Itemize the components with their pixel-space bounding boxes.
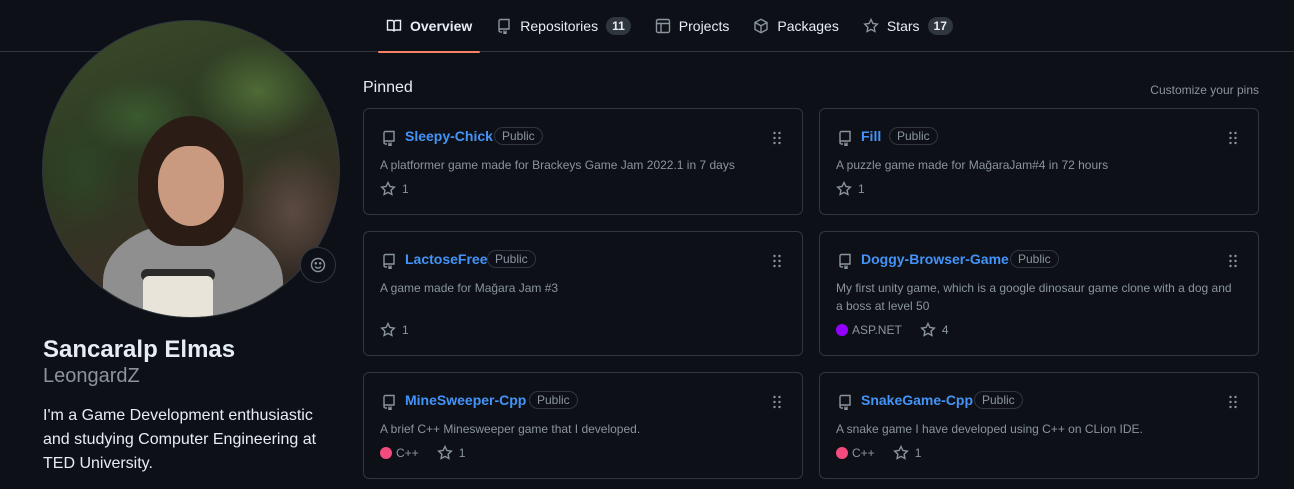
language-color-dot bbox=[836, 447, 848, 459]
repo-name-link[interactable]: Doggy-Browser-Game bbox=[861, 251, 1009, 267]
star-count: 1 bbox=[402, 182, 409, 196]
repo-meta: C++ 1 bbox=[836, 445, 921, 461]
tab-stars-label: Stars bbox=[886, 18, 920, 34]
drag-handle-icon[interactable] bbox=[1228, 253, 1238, 269]
drag-handle-icon[interactable] bbox=[772, 394, 782, 410]
profile-name: Sancaralp Elmas bbox=[43, 336, 236, 363]
profile-tabs: Overview Repositories 11 Projects Packag… bbox=[378, 0, 969, 53]
repo-name-link[interactable]: Fill bbox=[861, 128, 881, 144]
visibility-badge: Public bbox=[494, 127, 543, 145]
profile-login: LeongardZ bbox=[43, 365, 140, 387]
pinned-repo-card: MineSweeper-Cpp Public A brief C++ Mines… bbox=[363, 372, 803, 479]
tab-overview[interactable]: Overview bbox=[378, 0, 481, 53]
repo-meta: C++ 1 bbox=[380, 445, 465, 461]
repo-icon bbox=[839, 130, 851, 146]
drag-handle-icon[interactable] bbox=[772, 253, 782, 269]
tab-stars[interactable]: Stars 17 bbox=[855, 0, 961, 52]
repo-description: A game made for Mağara Jam #3 bbox=[380, 281, 559, 295]
pinned-repo-card: Fill Public A puzzle game made for Mağar… bbox=[819, 108, 1259, 215]
tab-projects-label: Projects bbox=[678, 18, 730, 34]
profile-bio: I'm a Game Development enthusiastic and … bbox=[43, 407, 317, 472]
package-icon bbox=[754, 18, 769, 34]
smiley-icon bbox=[310, 257, 326, 273]
star-count: 1 bbox=[858, 182, 865, 196]
star-count: 1 bbox=[914, 446, 922, 460]
repo-icon bbox=[383, 394, 395, 410]
stargazers-link[interactable]: 1 bbox=[436, 445, 466, 461]
drag-handle-icon[interactable] bbox=[772, 130, 782, 146]
repo-icon bbox=[839, 394, 851, 410]
tab-packages[interactable]: Packages bbox=[745, 0, 846, 52]
pinned-repo-card: Doggy-Browser-Game Public My first unity… bbox=[819, 231, 1259, 356]
customize-pins-link[interactable]: Customize your pins bbox=[1150, 83, 1259, 97]
visibility-badge: Public bbox=[529, 391, 578, 409]
language-color-dot bbox=[380, 447, 392, 459]
visibility-badge: Public bbox=[889, 127, 938, 145]
stargazers-link[interactable]: 1 bbox=[380, 322, 409, 338]
pinned-heading: Pinned bbox=[363, 79, 413, 96]
star-icon bbox=[863, 18, 879, 33]
drag-handle-icon[interactable] bbox=[1228, 130, 1238, 146]
repo-description: A puzzle game made for MağaraJam#4 in 72… bbox=[836, 158, 1109, 172]
repo-language: ASP.NET bbox=[852, 323, 902, 337]
repo-icon bbox=[383, 130, 395, 146]
star-icon bbox=[836, 181, 852, 196]
table-icon bbox=[655, 18, 670, 34]
tab-repositories[interactable]: Repositories 11 bbox=[488, 0, 639, 52]
star-icon bbox=[380, 181, 396, 196]
repo-icon bbox=[383, 253, 395, 269]
repositories-count-badge: 11 bbox=[606, 17, 631, 35]
repo-language: C++ bbox=[396, 446, 419, 460]
repo-meta: 1 bbox=[380, 181, 409, 197]
language-color-dot bbox=[836, 324, 848, 336]
stargazers-link[interactable]: 1 bbox=[892, 445, 922, 461]
repo-meta: 1 bbox=[836, 181, 865, 197]
repo-name-link[interactable]: SnakeGame-Cpp bbox=[861, 392, 973, 408]
tab-projects[interactable]: Projects bbox=[647, 0, 738, 52]
stargazers-link[interactable]: 1 bbox=[836, 181, 865, 197]
repo-meta: ASP.NET 4 bbox=[836, 322, 949, 338]
pinned-repo-card: LactoseFree Public A game made for Mağar… bbox=[363, 231, 803, 356]
repo-description: A brief C++ Minesweeper game that I deve… bbox=[380, 422, 641, 436]
pinned-repo-card: Sleepy-Chick Public A platformer game ma… bbox=[363, 108, 803, 215]
star-icon bbox=[919, 322, 936, 337]
pinned-repo-card: SnakeGame-Cpp Public A snake game I have… bbox=[819, 372, 1259, 479]
tab-packages-label: Packages bbox=[777, 18, 839, 34]
star-icon bbox=[436, 445, 453, 460]
book-icon bbox=[386, 19, 402, 32]
repo-description: A snake game I have developed using C++ … bbox=[836, 422, 1143, 436]
visibility-badge: Public bbox=[487, 250, 536, 268]
repo-icon bbox=[498, 18, 510, 34]
repo-icon bbox=[839, 253, 851, 269]
repo-description: A platformer game made for Brackeys Game… bbox=[380, 158, 735, 172]
star-count: 4 bbox=[941, 323, 949, 337]
star-count: 1 bbox=[402, 323, 409, 337]
star-icon bbox=[380, 322, 396, 337]
stargazers-link[interactable]: 4 bbox=[919, 322, 949, 338]
tab-overview-label: Overview bbox=[410, 18, 473, 34]
repo-language: C++ bbox=[852, 446, 875, 460]
avatar[interactable] bbox=[42, 20, 340, 318]
repo-name-link[interactable]: LactoseFree bbox=[405, 251, 487, 267]
drag-handle-icon[interactable] bbox=[1228, 394, 1238, 410]
visibility-badge: Public bbox=[974, 391, 1023, 409]
repo-description: My first unity game, which is a google d… bbox=[836, 281, 1232, 313]
visibility-badge: Public bbox=[1010, 250, 1059, 268]
repo-name-link[interactable]: MineSweeper-Cpp bbox=[405, 392, 526, 408]
tab-repositories-label: Repositories bbox=[520, 18, 599, 34]
stars-count-badge: 17 bbox=[927, 17, 953, 35]
stargazers-link[interactable]: 1 bbox=[380, 181, 409, 197]
set-status-button[interactable] bbox=[300, 247, 336, 283]
star-count: 1 bbox=[458, 446, 466, 460]
repo-meta: 1 bbox=[380, 322, 409, 338]
repo-name-link[interactable]: Sleepy-Chick bbox=[405, 128, 493, 144]
star-icon bbox=[892, 445, 909, 460]
